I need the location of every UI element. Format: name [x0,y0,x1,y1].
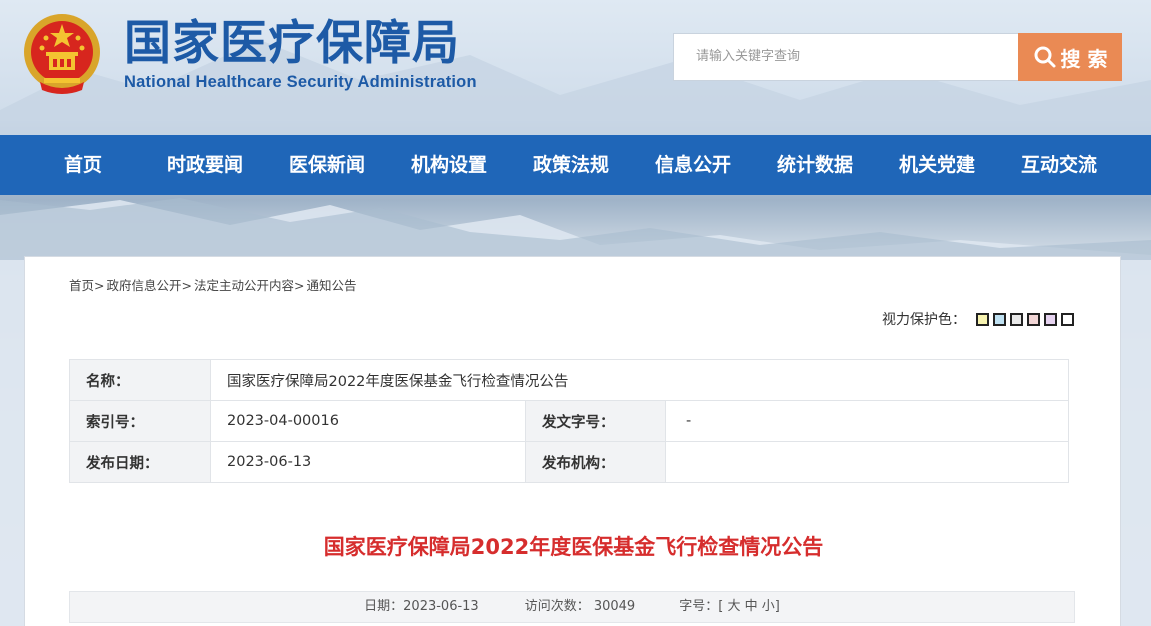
font-size-small[interactable]: 小 [762,599,775,614]
org-label: 发布机构： [525,441,666,483]
name-value: 国家医疗保障局2022年度医保基金飞行检查情况公告 [210,359,1069,401]
nav-item-interaction[interactable]: 互动交流 [1021,135,1097,195]
breadcrumb-mandatory[interactable]: 法定主动公开内容> [194,278,304,293]
swatch-gray[interactable] [1010,312,1023,326]
name-label: 名称： [69,359,211,401]
breadcrumb-gov-info[interactable]: 政府信息公开> [106,278,191,293]
docno-label: 发文字号： [525,400,666,442]
document-meta-table: 名称： 国家医疗保障局2022年度医保基金飞行检查情况公告 索引号： 2023-… [69,359,1069,483]
site-subtitle: National Healthcare Security Administrat… [124,73,477,91]
font-size-close: ] [774,599,780,614]
font-size-large[interactable]: 大 [727,599,740,614]
font-size-medium[interactable]: 中 [745,599,758,614]
table-row: 名称： 国家医疗保障局2022年度医保基金飞行检查情况公告 [69,359,1069,401]
font-size-label: 字号：[ [679,599,724,614]
swatch-blue[interactable] [993,312,1006,326]
date-value: 2023-06-13 [210,441,526,483]
table-row: 发布日期： 2023-06-13 发布机构： [69,441,1069,483]
breadcrumb-notices[interactable]: 通知公告 [306,278,356,293]
search-icon [1034,46,1056,68]
article-title: 国家医疗保障局2022年度医保基金飞行检查情况公告 [323,535,824,559]
swatch-white[interactable] [1061,312,1074,326]
breadcrumb-home[interactable]: 首页> [69,278,104,293]
swatch-purple[interactable] [1044,312,1057,326]
swatch-pink[interactable] [1027,312,1040,326]
nav-item-party[interactable]: 机关党建 [899,135,975,195]
nav-item-home[interactable]: 首页 [64,135,102,195]
eye-protect-label: 视力保护色： [882,312,966,328]
index-value: 2023-04-00016 [210,400,526,442]
article-date: 日期：2023-06-13 [364,599,479,614]
nav-item-disclosure[interactable]: 信息公开 [655,135,731,195]
swatch-yellow[interactable] [976,312,989,326]
org-value [665,441,1069,483]
search-button[interactable]: 搜 索 [1018,33,1122,81]
index-label: 索引号： [69,400,211,442]
article-meta-bar: 日期：2023-06-13 访问次数： 30049 字号：[ 大 中 小] [69,591,1075,623]
nav-item-statistics[interactable]: 统计数据 [777,135,853,195]
nav-item-news[interactable]: 医保新闻 [289,135,365,195]
content-panel: 首页> 政府信息公开> 法定主动公开内容> 通知公告 视力保护色： 名称： 国家医疗保… [24,256,1121,626]
date-label: 发布日期： [69,441,211,483]
nav-item-policy[interactable]: 政策法规 [533,135,609,195]
main-nav: 首页 时政要闻 医保新闻 机构设置 政策法规 信息公开 统计数据 机关党建 互动… [0,135,1151,195]
eye-protect-colors: 视力保护色： [882,309,1074,329]
nav-item-politics[interactable]: 时政要闻 [167,135,243,195]
nav-item-organization[interactable]: 机构设置 [411,135,487,195]
search-button-label: 搜 索 [1060,46,1108,71]
visit-count: 访问次数： 30049 [524,599,636,614]
site-header: 国家医疗保障局 National Healthcare Security Adm… [0,0,1151,135]
docno-value: - [665,400,1069,442]
site-title: 国家医疗保障局 [124,16,460,71]
national-emblem-icon [24,14,100,94]
search-input[interactable]: 请输入关键字查询 [673,33,1019,81]
table-row: 索引号： 2023-04-00016 发文字号： - [69,400,1069,442]
breadcrumb: 首页> 政府信息公开> 法定主动公开内容> 通知公告 [69,275,358,294]
